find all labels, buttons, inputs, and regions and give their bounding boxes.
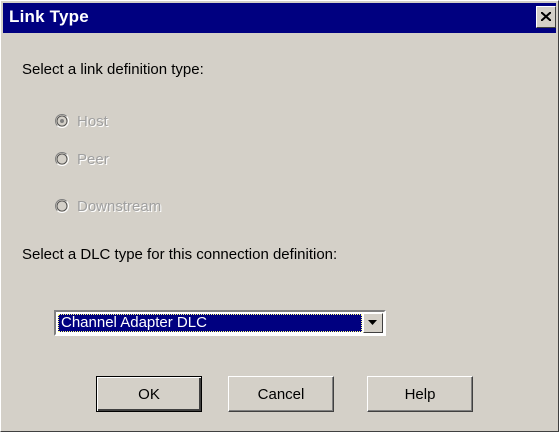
radio-host-label: Host bbox=[77, 112, 108, 130]
close-icon bbox=[541, 12, 551, 21]
radio-host-icon[interactable] bbox=[55, 114, 69, 128]
dlc-type-select[interactable]: Channel Adapter DLC bbox=[54, 310, 386, 336]
chevron-down-icon bbox=[368, 320, 377, 325]
help-button[interactable]: Help bbox=[367, 376, 473, 412]
radio-peer-icon[interactable] bbox=[55, 152, 69, 166]
radio-downstream-label: Downstream bbox=[77, 197, 162, 215]
radio-peer[interactable]: Peer bbox=[55, 149, 109, 169]
dlc-type-selected-value[interactable]: Channel Adapter DLC bbox=[58, 314, 362, 332]
link-type-dialog: Link Type Select a link definition type:… bbox=[0, 0, 559, 432]
radio-downstream[interactable]: Downstream bbox=[55, 196, 161, 216]
close-button[interactable] bbox=[536, 6, 556, 28]
radio-downstream-icon[interactable] bbox=[55, 199, 69, 213]
dropdown-button[interactable] bbox=[363, 313, 383, 333]
link-type-prompt: Select a link definition type: bbox=[22, 61, 204, 78]
window-title: Link Type bbox=[9, 7, 89, 26]
cancel-button[interactable]: Cancel bbox=[228, 376, 334, 412]
dlc-type-prompt: Select a DLC type for this connection de… bbox=[22, 246, 338, 263]
ok-button[interactable]: OK bbox=[96, 376, 202, 412]
radio-host[interactable]: Host bbox=[55, 111, 108, 131]
radio-peer-label: Peer bbox=[77, 150, 109, 168]
title-bar: Link Type bbox=[3, 3, 556, 33]
